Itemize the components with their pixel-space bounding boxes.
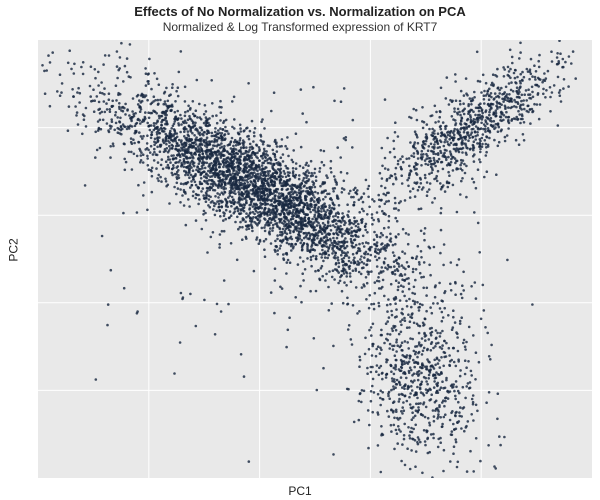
plot-panel: [38, 40, 592, 478]
y-axis-label: PC2: [7, 238, 21, 261]
chart-subtitle: Normalized & Log Transformed expression …: [0, 20, 600, 35]
scatter-points: [41, 40, 577, 478]
x-axis-label: PC1: [0, 484, 600, 498]
chart-title: Effects of No Normalization vs. Normaliz…: [0, 4, 600, 20]
scatter-svg: [38, 40, 592, 478]
title-block: Effects of No Normalization vs. Normaliz…: [0, 4, 600, 35]
pca-scatter-chart: Effects of No Normalization vs. Normaliz…: [0, 0, 600, 500]
